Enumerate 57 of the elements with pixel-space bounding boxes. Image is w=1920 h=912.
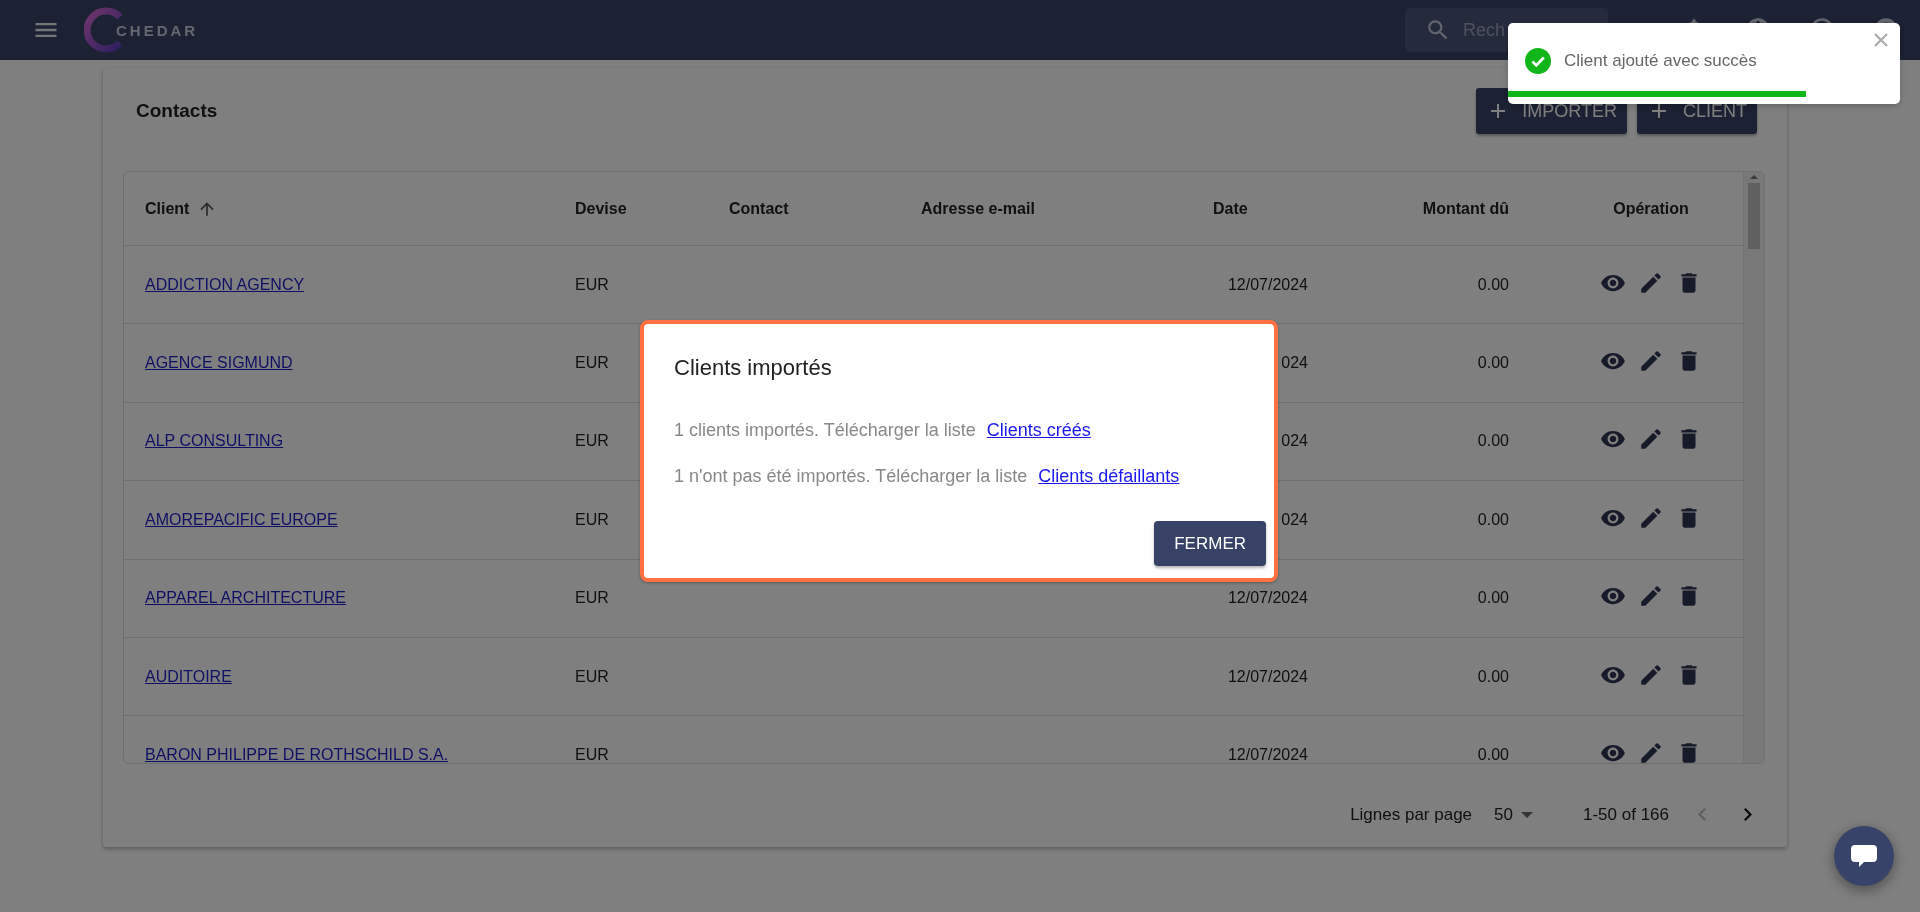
table-cell: 024 <box>1281 510 1308 528</box>
client-link[interactable]: AUDITOIRE <box>145 667 232 685</box>
column-header[interactable]: Opération <box>1613 199 1689 218</box>
table-cell: 12/07/2024 <box>1227 746 1308 763</box>
table-cell: EUR <box>575 432 609 450</box>
column-header[interactable]: Devise <box>575 199 627 218</box>
close-button[interactable]: FERMER <box>1154 521 1266 566</box>
chevron-right-icon <box>1744 808 1752 821</box>
client-link[interactable]: BARON PHILIPPE DE ROTHSCHILD S.A. <box>145 746 449 763</box>
table-cell: EUR <box>575 667 609 685</box>
table-cell: 0.00 <box>1477 746 1509 763</box>
column-header[interactable]: Date <box>1213 199 1248 218</box>
dialog-title: Clients importés <box>674 355 833 381</box>
client-link[interactable]: ADDICTION AGENCY <box>145 275 305 293</box>
dropdown-icon <box>1521 811 1533 818</box>
card-title: Contacts <box>136 99 219 123</box>
rows-per-page-label: Lignes par page <box>1350 804 1473 825</box>
scrollbar[interactable] <box>1743 172 1764 763</box>
table-cell: 0.00 <box>1477 275 1509 294</box>
column-header[interactable]: Client <box>145 198 218 219</box>
client-link[interactable]: ALP CONSULTING <box>145 432 284 450</box>
table-cell: EUR <box>575 746 609 763</box>
table-cell: 12/07/2024 <box>1227 589 1308 607</box>
table-cell: EUR <box>575 510 609 528</box>
table-cell: 0.00 <box>1477 589 1509 608</box>
table-cell: EUR <box>575 275 609 293</box>
column-header[interactable]: Montant dû <box>1422 199 1509 218</box>
table-cell: 12/07/2024 <box>1227 275 1308 293</box>
chat-button[interactable] <box>1834 826 1894 886</box>
rows-per-page-select[interactable]: 50 <box>1494 804 1533 825</box>
brand-name: CHEDAR <box>116 21 199 39</box>
chat-bubble-icon <box>1851 845 1877 867</box>
pencil-icon[interactable] <box>1638 740 1664 763</box>
table-cell: 024 <box>1281 354 1308 372</box>
column-header[interactable]: Contact <box>729 199 789 218</box>
scroll-up-arrow-icon[interactable] <box>1750 175 1758 179</box>
toast-message: Client ajouté avec succès <box>1564 51 1757 71</box>
import-result-text: 1 clients importés. Télécharger la liste Clients créés <box>674 419 1092 441</box>
client-link[interactable]: APPAREL ARCHITECTURE <box>145 589 346 607</box>
table-cell: EUR <box>575 589 609 607</box>
table-cell: 0.00 <box>1477 667 1509 686</box>
table-cell: 0.00 <box>1477 510 1509 529</box>
page-range: 1-50 of 166 <box>1583 804 1669 825</box>
table-cell: 0.00 <box>1477 432 1509 451</box>
table-cell: 0.00 <box>1477 354 1509 373</box>
table-cell: 024 <box>1281 432 1308 450</box>
download-link[interactable]: Clients défaillants <box>1038 466 1180 486</box>
client-link[interactable]: AGENCE SIGMUND <box>145 354 293 372</box>
column-header[interactable]: Adresse e-mail <box>921 199 1035 218</box>
scrollbar-thumb[interactable] <box>1748 183 1760 249</box>
check-circle-icon <box>1525 48 1551 74</box>
import-result-text: 1 n'ont pas été importés. Télécharger la liste Clients défaillants <box>674 465 1181 487</box>
chevron-left-icon <box>1698 808 1706 821</box>
client-link[interactable]: AMOREPACIFIC EUROPE <box>145 510 338 528</box>
download-link[interactable]: Clients créés <box>986 420 1091 440</box>
table-cell: EUR <box>575 354 609 372</box>
table-cell: 12/07/2024 <box>1227 667 1308 685</box>
